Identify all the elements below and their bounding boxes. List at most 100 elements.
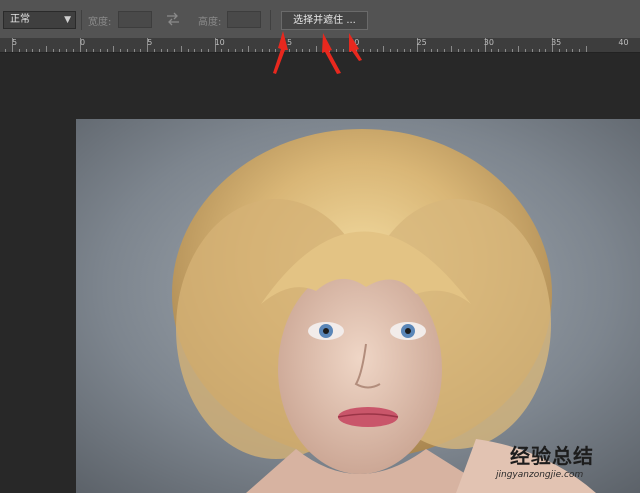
ruler-label: 25 [416, 38, 427, 47]
ruler-tick [586, 46, 587, 52]
canvas-image [76, 119, 640, 493]
ruler-tick [431, 49, 432, 52]
ruler-tick [336, 49, 337, 52]
watermark-url: jingyanzongjie.com [496, 470, 584, 480]
ruler-tick [471, 49, 472, 52]
ruler-tick [559, 49, 560, 52]
ruler-tick [221, 49, 222, 52]
ruler-tick [201, 49, 202, 52]
ruler-tick [289, 49, 290, 52]
ruler-label: 15 [281, 38, 293, 47]
ruler-tick [478, 49, 479, 52]
divider [270, 10, 271, 30]
ruler-tick [410, 49, 411, 52]
ruler-tick [498, 49, 499, 52]
horizontal-ruler: 5 0 5 10 15 20 25 30 35 40 [0, 38, 640, 53]
ruler-tick [39, 49, 40, 52]
ruler-label: 30 [483, 38, 494, 47]
ruler-tick [539, 49, 540, 52]
ruler-tick [545, 49, 546, 52]
ruler-tick [242, 49, 243, 52]
ruler-tick [228, 49, 229, 52]
ruler-tick [363, 49, 364, 52]
ruler-tick [107, 49, 108, 52]
ruler-tick [525, 49, 526, 52]
ruler-tick [73, 49, 74, 52]
chevron-down-icon: ▼ [64, 15, 71, 25]
ruler-tick [26, 49, 27, 52]
ruler-tick [316, 46, 317, 52]
mode-select-value: 正常 [10, 14, 30, 25]
ruler-tick [46, 46, 47, 52]
ruler-tick [390, 49, 391, 52]
ruler-tick [208, 49, 209, 52]
ruler-tick [167, 49, 168, 52]
ruler-tick [518, 46, 519, 52]
ruler-tick [444, 49, 445, 52]
mode-select[interactable]: 正常 ▼ [3, 11, 76, 29]
ruler-tick [424, 49, 425, 52]
ruler-label: 10 [214, 38, 225, 47]
ruler-tick [491, 49, 492, 52]
ruler-tick [370, 49, 371, 52]
ruler-tick [377, 49, 378, 52]
ruler-tick [66, 49, 67, 52]
ruler-label: 0 [80, 38, 86, 47]
ruler-tick [356, 49, 357, 52]
ruler-tick [343, 49, 344, 52]
ruler-tick [100, 49, 101, 52]
ruler-tick [309, 49, 310, 52]
ruler-tick [53, 49, 54, 52]
ruler-tick [161, 49, 162, 52]
ruler-tick [188, 49, 189, 52]
ruler-tick [255, 49, 256, 52]
ruler-tick [579, 49, 580, 52]
ruler-tick [572, 49, 573, 52]
ruler-tick [532, 49, 533, 52]
watermark-chinese: 经验总结 [510, 444, 594, 468]
ruler-tick [566, 49, 567, 52]
height-field[interactable] [227, 11, 261, 28]
divider [81, 10, 82, 30]
ruler-tick [437, 49, 438, 52]
ruler-tick [404, 49, 405, 52]
ruler-tick [262, 49, 263, 52]
ruler-tick [235, 49, 236, 52]
ruler-label: 35 [551, 38, 562, 47]
ruler-tick [323, 49, 324, 52]
ruler-tick [464, 49, 465, 52]
ruler-tick [127, 49, 128, 52]
select-and-mask-button[interactable]: 选择并遮住 ... [281, 11, 368, 30]
ruler-label: 40 [618, 38, 629, 47]
ruler-tick [194, 49, 195, 52]
width-field[interactable] [118, 11, 152, 28]
ruler-tick [134, 49, 135, 52]
ruler-tick [451, 46, 452, 52]
ruler-label: 5 [12, 38, 18, 47]
options-bar: 正常 ▼ 宽度: 高度: 选择并遮住 ... [0, 0, 640, 39]
ruler-tick [5, 49, 6, 52]
ruler-label: 5 [147, 38, 153, 47]
ruler-tick [140, 49, 141, 52]
ruler-tick [383, 46, 384, 52]
ruler-tick [120, 49, 121, 52]
ruler-tick [269, 49, 270, 52]
ruler-tick [302, 49, 303, 52]
ruler-tick [32, 49, 33, 52]
ruler-tick [59, 49, 60, 52]
ruler-tick [505, 49, 506, 52]
width-label: 宽度: [88, 17, 112, 28]
ruler-tick [275, 49, 276, 52]
ruler-tick [329, 49, 330, 52]
ruler-tick [181, 46, 182, 52]
swap-icon[interactable] [164, 10, 182, 28]
ruler-tick [397, 49, 398, 52]
ruler-tick [93, 49, 94, 52]
ruler-tick [296, 49, 297, 52]
height-label: 高度: [198, 17, 222, 28]
portrait-image [76, 119, 640, 493]
ruler-tick [113, 46, 114, 52]
ruler-tick [458, 49, 459, 52]
ruler-tick [512, 49, 513, 52]
ruler-tick [174, 49, 175, 52]
